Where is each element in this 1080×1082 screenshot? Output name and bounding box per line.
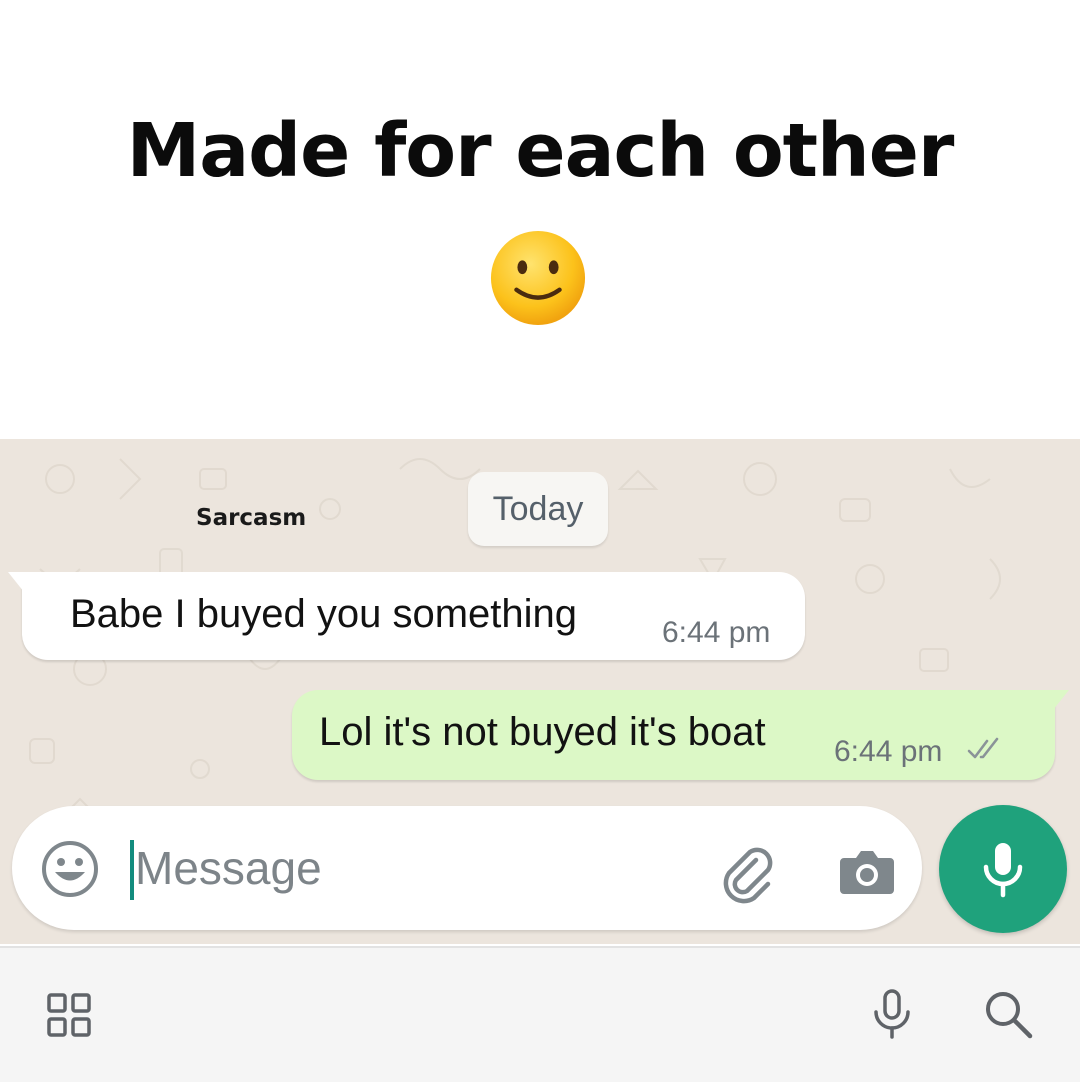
message-text: Lol it's not buyed it's boat [319,710,766,754]
microphone-icon [983,843,1023,898]
watermark-text: Sarcasm [196,505,307,531]
incoming-message-bubble[interactable]: Babe I buyed you something 6:44 pm [8,572,805,660]
page-title: Made for each other [126,108,955,194]
message-text: Babe I buyed you something [70,592,578,636]
bubble-tail [1053,690,1069,710]
microphone-icon[interactable] [868,988,916,1040]
keyboard-toolbar [0,946,1080,1082]
outgoing-message-bubble[interactable]: Lol it's not buyed it's boat 6:44 pm [292,690,1069,780]
message-time: 6:44 pm [834,735,943,768]
message-time: 6:44 pm [662,616,771,649]
slightly-smiling-face-icon [490,230,586,326]
camera-icon[interactable] [838,842,896,898]
paperclip-icon[interactable] [716,840,780,904]
message-input[interactable] [135,832,555,904]
voice-message-button[interactable] [939,805,1067,933]
emoji-face-icon[interactable] [40,839,100,899]
text-cursor [130,840,134,900]
bubble-tail [8,572,24,592]
message-composer [12,806,922,930]
apps-grid-icon[interactable] [46,992,92,1038]
date-chip: Today [468,472,608,546]
search-icon[interactable] [982,988,1034,1040]
double-check-icon [967,737,999,759]
